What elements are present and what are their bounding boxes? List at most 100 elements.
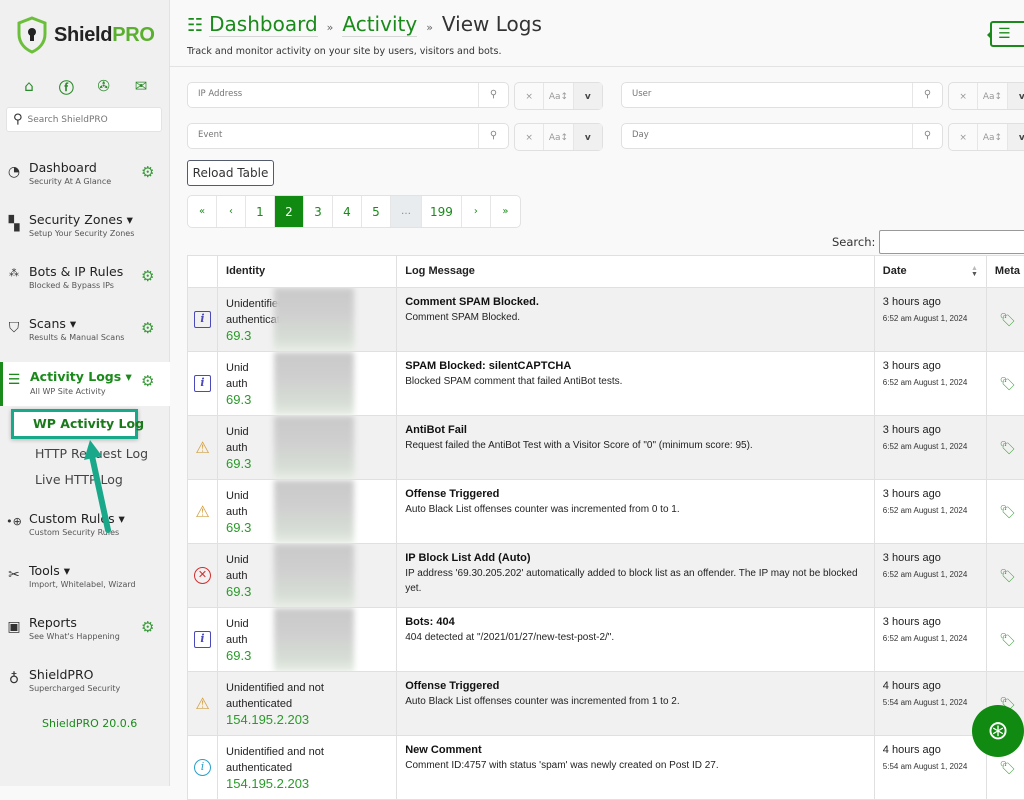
tag-icon[interactable]: 🏷︎ <box>999 632 1016 647</box>
reload-table-button[interactable]: Reload Table <box>187 160 274 186</box>
table-row: iUnidauth69.3Bots: 404404 detected at "/… <box>188 608 1024 672</box>
gear-icon[interactable]: ⚙ <box>141 372 154 390</box>
support-icon[interactable]: ✇ <box>95 77 113 98</box>
filter-dropdown-button[interactable]: v <box>1008 124 1024 150</box>
page-link[interactable]: 2 <box>275 196 304 227</box>
redaction-blur <box>274 288 354 352</box>
sidebar-item-activity-logs[interactable]: ☰ Activity Logs ▾ All WP Site Activity ⚙ <box>0 362 170 406</box>
log-message-cell: New CommentComment ID:4757 with status '… <box>397 736 875 800</box>
breadcrumb-dashboard[interactable]: Dashboard <box>209 12 318 37</box>
event-filter-input[interactable] <box>198 130 468 140</box>
notice-icon: i <box>194 759 211 776</box>
sidebar-item-label: Dashboard <box>29 160 97 175</box>
ip-address-link[interactable]: 154.195.2.203 <box>226 776 388 791</box>
log-title: AntiBot Fail <box>405 424 866 436</box>
clear-filter-button[interactable]: × <box>515 83 544 109</box>
search-icon[interactable]: ⚲ <box>478 124 508 148</box>
page-link[interactable]: › <box>462 196 491 227</box>
clear-filter-button[interactable]: × <box>949 124 978 150</box>
sidebar-item-bots-ip-rules[interactable]: ⁂ Bots & IP Rules Blocked & Bypass IPs ⚙ <box>0 262 170 304</box>
level-cell: ⚠ <box>188 672 218 736</box>
sidebar-search[interactable]: ⚲ <box>6 107 162 132</box>
column-identity[interactable]: Identity <box>218 256 397 288</box>
ip-address-filter-input[interactable] <box>198 89 468 99</box>
home-icon[interactable]: ⌂ <box>20 77 38 98</box>
sort-icon[interactable]: ▲▼ <box>971 266 978 278</box>
identity-line: auth <box>226 570 247 582</box>
page-link[interactable]: 199 <box>422 196 462 227</box>
help-button[interactable]: ⊛ <box>972 705 1024 757</box>
filter-dropdown-button[interactable]: v <box>574 124 602 150</box>
column-date[interactable]: Date▲▼ <box>874 256 986 288</box>
sidebar-item-scans[interactable]: ⛉ Scans ▾ Results & Manual Scans ⚙ <box>0 314 170 356</box>
search-icon[interactable]: ⚲ <box>478 83 508 107</box>
redaction-blur <box>274 544 354 608</box>
meta-cell: 🏷︎ <box>986 480 1024 544</box>
tag-icon[interactable]: 🏷︎ <box>999 312 1016 327</box>
page-link[interactable]: 4 <box>333 196 362 227</box>
table-search-input[interactable] <box>879 230 1024 254</box>
tag-icon[interactable]: 🏷︎ <box>999 760 1016 775</box>
table-header-row: Identity Log Message Date▲▼ Meta <box>188 256 1024 288</box>
case-sensitive-button[interactable]: Aa↕ <box>978 83 1007 109</box>
log-message-cell: IP Block List Add (Auto)IP address '69.3… <box>397 544 875 608</box>
sidebar-item-dashboard[interactable]: ◔ Dashboard Security At A Glance ⚙ <box>0 158 170 200</box>
mail-icon[interactable]: ✉ <box>132 77 150 98</box>
case-sensitive-button[interactable]: Aa↕ <box>544 83 573 109</box>
gear-icon[interactable]: ⚙ <box>141 319 154 337</box>
case-sensitive-button[interactable]: Aa↕ <box>544 124 573 150</box>
level-cell: i <box>188 352 218 416</box>
meta-cell: 🏷︎ <box>986 352 1024 416</box>
meta-cell: 🏷︎ <box>986 608 1024 672</box>
table-row: ✕Unidauth69.3IP Block List Add (Auto)IP … <box>188 544 1024 608</box>
sidebar-item-security-zones[interactable]: ▚ Security Zones ▾ Setup Your Security Z… <box>0 210 170 252</box>
identity-cell: Unidauth69.3 <box>218 608 397 672</box>
log-message-cell: Bots: 404404 detected at "/2021/01/27/ne… <box>397 608 875 672</box>
tag-icon[interactable]: 🏷︎ <box>999 376 1016 391</box>
submenu-wp-activity-log[interactable]: WP Activity Log <box>11 409 138 439</box>
tag-icon[interactable]: 🏷︎ <box>999 504 1016 519</box>
user-filter-input[interactable] <box>632 89 902 99</box>
sidebar-item-reports[interactable]: ▣ Reports See What's Happening ⚙ <box>0 613 170 655</box>
shieldpro-logo[interactable]: ShieldPRO <box>16 16 155 54</box>
search-icon[interactable]: ⚲ <box>912 124 942 148</box>
sidebar-item-shieldpro[interactable]: ♁ ShieldPRO Supercharged Security <box>0 665 170 707</box>
filter-dropdown-button[interactable]: v <box>1008 83 1024 109</box>
tag-icon[interactable]: 🏷︎ <box>999 568 1016 583</box>
level-cell: ⚠ <box>188 416 218 480</box>
page-link[interactable]: ‹ <box>217 196 246 227</box>
tag-icon[interactable]: 🏷︎ <box>999 440 1016 455</box>
search-icon[interactable]: ⚲ <box>912 83 942 107</box>
column-log-message[interactable]: Log Message <box>397 256 875 288</box>
activity-log-icon: ☷ <box>187 15 203 36</box>
log-body: Blocked SPAM comment that failed AntiBot… <box>405 374 866 389</box>
list-icon: ☰ <box>998 26 1011 42</box>
sidebar-item-tools[interactable]: ✂ Tools ▾ Import, Whitelabel, Wizard <box>0 561 170 603</box>
facebook-icon[interactable]: ⓕ <box>57 77 75 98</box>
clear-filter-button[interactable]: × <box>515 124 544 150</box>
page-link[interactable]: » <box>491 196 520 227</box>
sidebar-search-input[interactable] <box>28 115 148 125</box>
date-cell: 3 hours ago6:52 am August 1, 2024 <box>874 416 986 480</box>
filter-dropdown-button[interactable]: v <box>574 83 602 109</box>
case-sensitive-button[interactable]: Aa↕ <box>978 124 1007 150</box>
day-filter-input[interactable] <box>632 130 902 140</box>
log-message-cell: Comment SPAM Blocked.Comment SPAM Blocke… <box>397 288 875 352</box>
identity-line: auth <box>226 506 247 518</box>
identity-cell: Unidentified and notauthenticated154.195… <box>218 672 397 736</box>
sidebar-item-label: Tools ▾ <box>29 563 70 578</box>
gear-icon[interactable]: ⚙ <box>141 618 154 636</box>
clear-filter-button[interactable]: × <box>949 83 978 109</box>
breadcrumb-activity[interactable]: Activity <box>342 12 417 37</box>
page-link[interactable]: 5 <box>362 196 391 227</box>
gear-icon[interactable]: ⚙ <box>141 267 154 285</box>
ip-address-link[interactable]: 154.195.2.203 <box>226 712 388 727</box>
menu-toggle-button[interactable]: ☰ <box>990 21 1024 47</box>
page-link[interactable]: 3 <box>304 196 333 227</box>
page-link[interactable]: « <box>188 196 217 227</box>
log-message-cell: AntiBot FailRequest failed the AntiBot T… <box>397 416 875 480</box>
gear-icon[interactable]: ⚙ <box>141 163 154 181</box>
page-link[interactable]: 1 <box>246 196 275 227</box>
log-message-cell: SPAM Blocked: silentCAPTCHABlocked SPAM … <box>397 352 875 416</box>
warning-icon: ⚠ <box>195 504 209 521</box>
